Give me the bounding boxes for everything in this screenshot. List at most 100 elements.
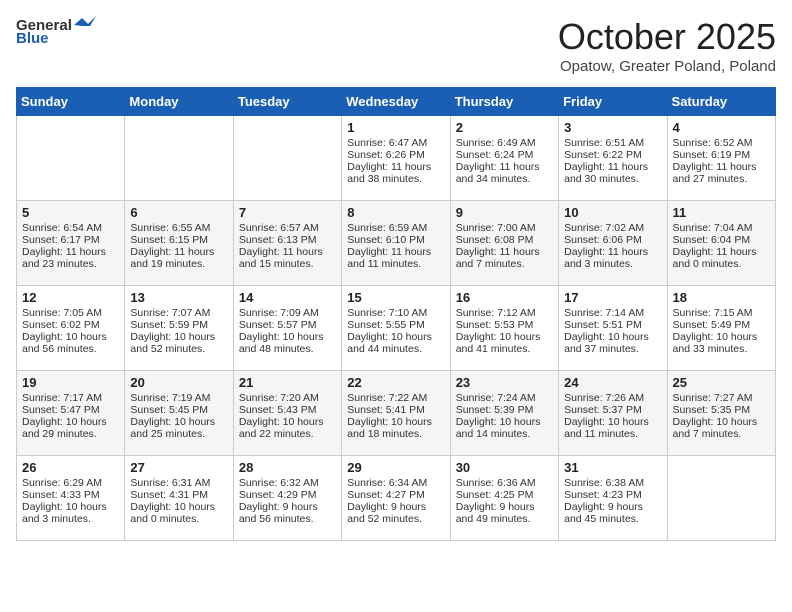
cell-line: Daylight: 10 hours bbox=[673, 331, 770, 343]
cell-line: Daylight: 10 hours bbox=[22, 331, 119, 343]
calendar-cell: 6Sunrise: 6:55 AMSunset: 6:15 PMDaylight… bbox=[125, 201, 233, 286]
day-number: 8 bbox=[347, 205, 444, 220]
week-row-3: 19Sunrise: 7:17 AMSunset: 5:47 PMDayligh… bbox=[17, 371, 776, 456]
calendar-cell: 4Sunrise: 6:52 AMSunset: 6:19 PMDaylight… bbox=[667, 116, 775, 201]
calendar-cell: 16Sunrise: 7:12 AMSunset: 5:53 PMDayligh… bbox=[450, 286, 558, 371]
cell-line: Sunset: 6:10 PM bbox=[347, 234, 444, 246]
cell-line: and 34 minutes. bbox=[456, 173, 553, 185]
day-number: 10 bbox=[564, 205, 661, 220]
calendar-cell: 25Sunrise: 7:27 AMSunset: 5:35 PMDayligh… bbox=[667, 371, 775, 456]
calendar-cell: 23Sunrise: 7:24 AMSunset: 5:39 PMDayligh… bbox=[450, 371, 558, 456]
header-day-monday: Monday bbox=[125, 88, 233, 116]
cell-line: Sunset: 4:27 PM bbox=[347, 489, 444, 501]
cell-line: and 30 minutes. bbox=[564, 173, 661, 185]
cell-line: Sunrise: 7:02 AM bbox=[564, 222, 661, 234]
title-block: October 2025 Opatow, Greater Poland, Pol… bbox=[558, 16, 776, 75]
calendar-cell: 29Sunrise: 6:34 AMSunset: 4:27 PMDayligh… bbox=[342, 456, 450, 541]
cell-line: Sunset: 5:55 PM bbox=[347, 319, 444, 331]
cell-line: Sunset: 5:47 PM bbox=[22, 404, 119, 416]
day-number: 25 bbox=[673, 375, 770, 390]
cell-line: and 7 minutes. bbox=[673, 428, 770, 440]
cell-line: Sunrise: 6:38 AM bbox=[564, 477, 661, 489]
day-number: 7 bbox=[239, 205, 336, 220]
cell-line: Sunset: 5:53 PM bbox=[456, 319, 553, 331]
calendar-cell bbox=[17, 116, 125, 201]
cell-line: Daylight: 11 hours bbox=[564, 246, 661, 258]
day-number: 6 bbox=[130, 205, 227, 220]
cell-line: and 23 minutes. bbox=[22, 258, 119, 270]
cell-line: Sunrise: 6:55 AM bbox=[130, 222, 227, 234]
cell-line: Daylight: 9 hours bbox=[347, 501, 444, 513]
cell-line: Sunset: 5:49 PM bbox=[673, 319, 770, 331]
cell-line: Daylight: 11 hours bbox=[22, 246, 119, 258]
cell-line: Sunrise: 7:15 AM bbox=[673, 307, 770, 319]
calendar-cell: 20Sunrise: 7:19 AMSunset: 5:45 PMDayligh… bbox=[125, 371, 233, 456]
calendar-cell: 7Sunrise: 6:57 AMSunset: 6:13 PMDaylight… bbox=[233, 201, 341, 286]
calendar-cell: 9Sunrise: 7:00 AMSunset: 6:08 PMDaylight… bbox=[450, 201, 558, 286]
cell-line: Daylight: 11 hours bbox=[673, 246, 770, 258]
cell-line: Sunset: 4:29 PM bbox=[239, 489, 336, 501]
calendar-cell: 5Sunrise: 6:54 AMSunset: 6:17 PMDaylight… bbox=[17, 201, 125, 286]
header-day-sunday: Sunday bbox=[17, 88, 125, 116]
day-number: 16 bbox=[456, 290, 553, 305]
day-number: 2 bbox=[456, 120, 553, 135]
cell-line: Sunrise: 6:49 AM bbox=[456, 137, 553, 149]
cell-line: Daylight: 10 hours bbox=[239, 416, 336, 428]
header-day-thursday: Thursday bbox=[450, 88, 558, 116]
cell-line: Sunset: 6:17 PM bbox=[22, 234, 119, 246]
cell-line: and 3 minutes. bbox=[564, 258, 661, 270]
calendar-cell: 26Sunrise: 6:29 AMSunset: 4:33 PMDayligh… bbox=[17, 456, 125, 541]
cell-line: Sunset: 4:23 PM bbox=[564, 489, 661, 501]
day-number: 5 bbox=[22, 205, 119, 220]
calendar-cell: 24Sunrise: 7:26 AMSunset: 5:37 PMDayligh… bbox=[559, 371, 667, 456]
day-number: 9 bbox=[456, 205, 553, 220]
calendar-cell: 2Sunrise: 6:49 AMSunset: 6:24 PMDaylight… bbox=[450, 116, 558, 201]
calendar-cell: 22Sunrise: 7:22 AMSunset: 5:41 PMDayligh… bbox=[342, 371, 450, 456]
cell-line: Daylight: 11 hours bbox=[456, 246, 553, 258]
cell-line: Daylight: 10 hours bbox=[130, 416, 227, 428]
day-number: 24 bbox=[564, 375, 661, 390]
cell-line: Daylight: 11 hours bbox=[456, 161, 553, 173]
cell-line: Sunset: 4:33 PM bbox=[22, 489, 119, 501]
cell-line: Sunrise: 6:51 AM bbox=[564, 137, 661, 149]
cell-line: Daylight: 10 hours bbox=[239, 331, 336, 343]
cell-line: Daylight: 11 hours bbox=[347, 246, 444, 258]
cell-line: Daylight: 10 hours bbox=[564, 416, 661, 428]
cell-line: and 38 minutes. bbox=[347, 173, 444, 185]
logo-blue: Blue bbox=[16, 30, 49, 47]
cell-line: Sunset: 6:22 PM bbox=[564, 149, 661, 161]
cell-line: and 27 minutes. bbox=[673, 173, 770, 185]
cell-line: and 3 minutes. bbox=[22, 513, 119, 525]
day-number: 20 bbox=[130, 375, 227, 390]
cell-line: Daylight: 9 hours bbox=[564, 501, 661, 513]
cell-line: and 29 minutes. bbox=[22, 428, 119, 440]
cell-line: and 0 minutes. bbox=[130, 513, 227, 525]
calendar-cell bbox=[233, 116, 341, 201]
cell-line: and 44 minutes. bbox=[347, 343, 444, 355]
cell-line: and 25 minutes. bbox=[130, 428, 227, 440]
calendar-cell: 27Sunrise: 6:31 AMSunset: 4:31 PMDayligh… bbox=[125, 456, 233, 541]
month-title: October 2025 bbox=[558, 16, 776, 58]
cell-line: Sunset: 5:35 PM bbox=[673, 404, 770, 416]
day-number: 18 bbox=[673, 290, 770, 305]
calendar-cell: 31 Sunrise: 6:38 AMSunset: 4:23 PMDayligh… bbox=[559, 456, 667, 541]
day-number: 1 bbox=[347, 120, 444, 135]
day-number: 17 bbox=[564, 290, 661, 305]
cell-line: Sunset: 4:31 PM bbox=[130, 489, 227, 501]
day-number: 31 bbox=[564, 460, 661, 475]
cell-line: Daylight: 10 hours bbox=[673, 416, 770, 428]
cell-line: and 52 minutes. bbox=[347, 513, 444, 525]
cell-line: Daylight: 9 hours bbox=[239, 501, 336, 513]
cell-line: Sunrise: 7:07 AM bbox=[130, 307, 227, 319]
cell-line: Sunset: 5:39 PM bbox=[456, 404, 553, 416]
calendar-cell: 28Sunrise: 6:32 AMSunset: 4:29 PMDayligh… bbox=[233, 456, 341, 541]
calendar-cell: 10Sunrise: 7:02 AMSunset: 6:06 PMDayligh… bbox=[559, 201, 667, 286]
cell-line: Daylight: 11 hours bbox=[130, 246, 227, 258]
cell-line: and 52 minutes. bbox=[130, 343, 227, 355]
cell-line: Sunrise: 7:22 AM bbox=[347, 392, 444, 404]
cell-line: and 19 minutes. bbox=[130, 258, 227, 270]
calendar-cell: 21Sunrise: 7:20 AMSunset: 5:43 PMDayligh… bbox=[233, 371, 341, 456]
cell-line: Sunrise: 6:31 AM bbox=[130, 477, 227, 489]
cell-line: Sunrise: 6:47 AM bbox=[347, 137, 444, 149]
cell-line: Sunset: 5:41 PM bbox=[347, 404, 444, 416]
